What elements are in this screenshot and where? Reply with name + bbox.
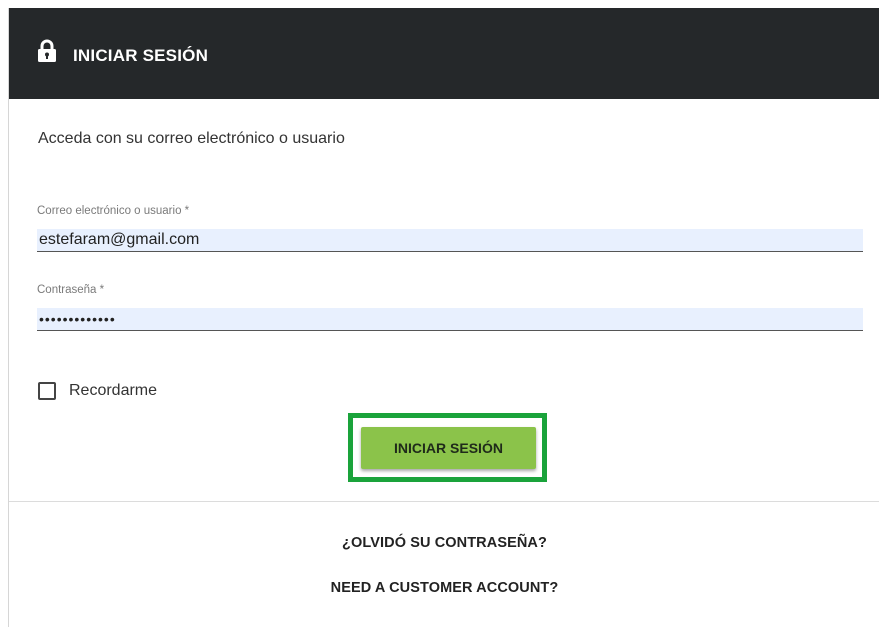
email-field-label: Correo electrónico o usuario * xyxy=(37,205,190,217)
password-field[interactable] xyxy=(37,308,863,331)
intro-text: Acceda con su correo electrónico o usuar… xyxy=(38,130,345,147)
divider xyxy=(9,501,879,502)
checkbox-icon[interactable] xyxy=(38,382,56,400)
lock-icon xyxy=(38,39,56,62)
login-panel: INICIAR SESIÓN Acceda con su correo elec… xyxy=(8,8,879,627)
login-button[interactable]: INICIAR SESIÓN xyxy=(361,427,536,469)
password-field-label: Contraseña * xyxy=(37,284,105,296)
remember-me-checkbox[interactable]: Recordarme xyxy=(38,382,157,400)
need-account-link[interactable]: NEED A CUSTOMER ACCOUNT? xyxy=(9,580,879,596)
remember-me-label: Recordarme xyxy=(69,382,158,399)
forgot-password-link[interactable]: ¿OLVIDÓ SU CONTRASEÑA? xyxy=(9,535,879,551)
page-title: INICIAR SESIÓN xyxy=(73,46,209,65)
login-header: INICIAR SESIÓN xyxy=(9,8,879,99)
email-field[interactable] xyxy=(37,229,863,252)
submit-highlight-frame: INICIAR SESIÓN xyxy=(348,413,547,482)
